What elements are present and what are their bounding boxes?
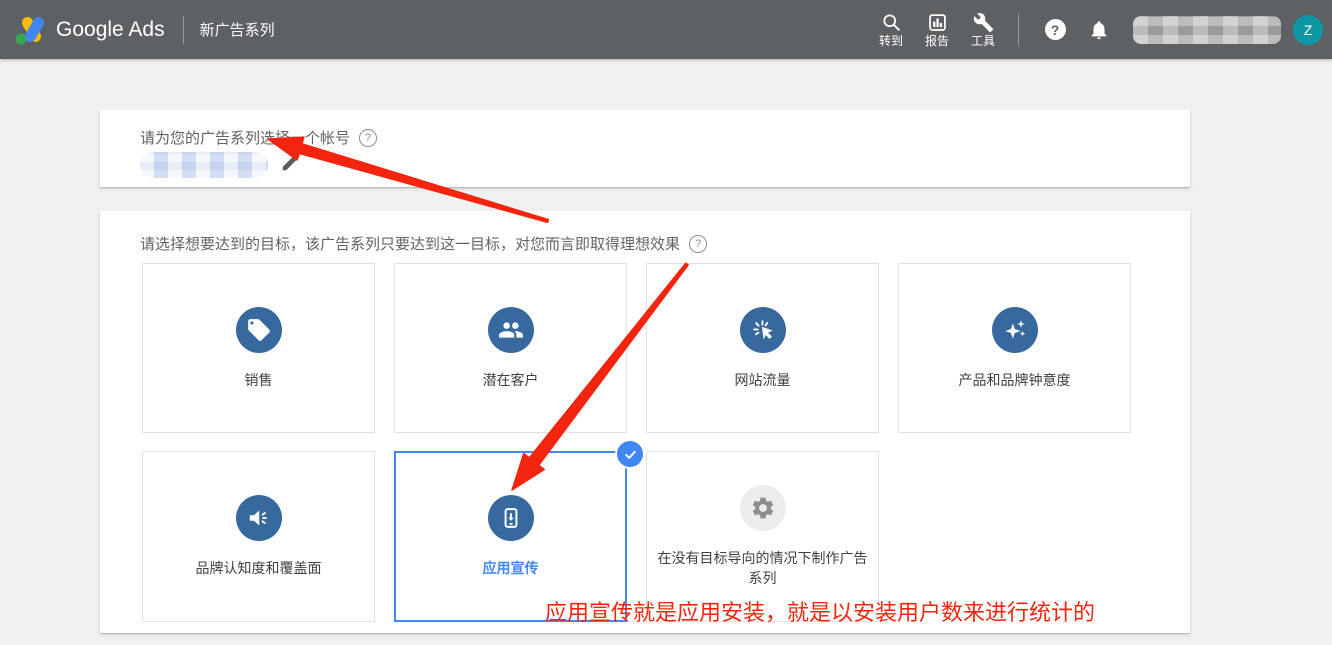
goal-card-title-text: 请选择想要达到的目标，该广告系列只要达到这一目标，对您而言即取得理想效果 xyxy=(140,233,680,254)
help-button[interactable]: ? xyxy=(1033,19,1077,40)
goal-tile-product-brand-consideration[interactable]: 产品和品牌钟意度 xyxy=(898,263,1131,433)
nav-label: 工具 xyxy=(971,35,995,48)
goal-tile-label: 品牌认知度和覆盖面 xyxy=(153,558,365,578)
goal-tile-leads[interactable]: 潜在客户 xyxy=(394,263,627,433)
edit-account-button[interactable] xyxy=(280,151,306,177)
nav-item-reports[interactable]: 报告 xyxy=(914,12,960,48)
reports-icon xyxy=(927,12,948,33)
selected-check-badge xyxy=(615,439,645,469)
avatar[interactable]: Z xyxy=(1293,15,1323,45)
help-icon[interactable]: ? xyxy=(689,235,707,253)
header-divider xyxy=(183,16,184,44)
goal-tile-brand-awareness-reach[interactable]: 品牌认知度和覆盖面 xyxy=(142,451,375,622)
help-icon[interactable]: ? xyxy=(359,129,377,147)
pencil-icon xyxy=(280,151,302,173)
top-app-bar: Google Ads 新广告系列 转到 报告 工具 xyxy=(0,0,1332,59)
tag-icon xyxy=(246,317,272,343)
goal-tile-sales[interactable]: 销售 xyxy=(142,263,375,433)
goal-tile-label: 潜在客户 xyxy=(405,370,617,390)
help-icon: ? xyxy=(1045,19,1066,40)
nav-label: 报告 xyxy=(925,35,949,48)
brand-text: Google Ads xyxy=(56,18,165,42)
goal-select-card: 请选择想要达到的目标，该广告系列只要达到这一目标，对您而言即取得理想效果 ? 销… xyxy=(100,211,1190,633)
google-ads-logo xyxy=(13,14,47,46)
header-divider xyxy=(1018,14,1019,46)
bell-icon xyxy=(1088,19,1110,41)
megaphone-icon xyxy=(246,505,272,531)
account-card-title-text: 请为您的广告系列选择一个帐号 xyxy=(140,127,350,148)
check-icon xyxy=(623,447,638,462)
goal-tile-label: 应用宣传 xyxy=(405,558,617,578)
app-install-icon xyxy=(498,505,524,531)
annotation-note: 应用宣传就是应用安装，就是以安装用户数来进行统计的 xyxy=(545,595,1095,627)
account-name-redacted xyxy=(140,152,268,178)
goal-tile-label: 销售 xyxy=(153,370,365,390)
goal-tile-label: 在没有目标导向的情况下制作广告系列 xyxy=(657,548,869,588)
people-icon xyxy=(498,317,524,343)
google-ads-new-campaign-page: { "header": { "product": "Google Ads", "… xyxy=(0,0,1332,645)
account-select-card: 请为您的广告系列选择一个帐号 ? xyxy=(100,110,1190,187)
nav-label: 转到 xyxy=(879,35,903,48)
gear-icon xyxy=(750,495,776,521)
account-info-redacted[interactable] xyxy=(1133,16,1281,44)
nav-item-tools[interactable]: 工具 xyxy=(960,12,1006,48)
account-card-title: 请为您的广告系列选择一个帐号 ? xyxy=(140,127,377,148)
page-title: 新广告系列 xyxy=(200,19,275,40)
notifications-button[interactable] xyxy=(1077,19,1121,41)
search-icon xyxy=(881,12,902,33)
goal-tile-label: 网站流量 xyxy=(657,370,869,390)
goal-tile-label: 产品和品牌钟意度 xyxy=(909,370,1121,390)
goal-tile-website-traffic[interactable]: 网站流量 xyxy=(646,263,879,433)
goal-card-title: 请选择想要达到的目标，该广告系列只要达到这一目标，对您而言即取得理想效果 ? xyxy=(140,233,707,254)
nav-item-goto[interactable]: 转到 xyxy=(868,12,914,48)
sparkles-icon xyxy=(1002,317,1028,343)
click-icon xyxy=(750,317,776,343)
header-actions: 转到 报告 工具 ? Z xyxy=(868,12,1332,48)
tools-icon xyxy=(973,12,994,33)
